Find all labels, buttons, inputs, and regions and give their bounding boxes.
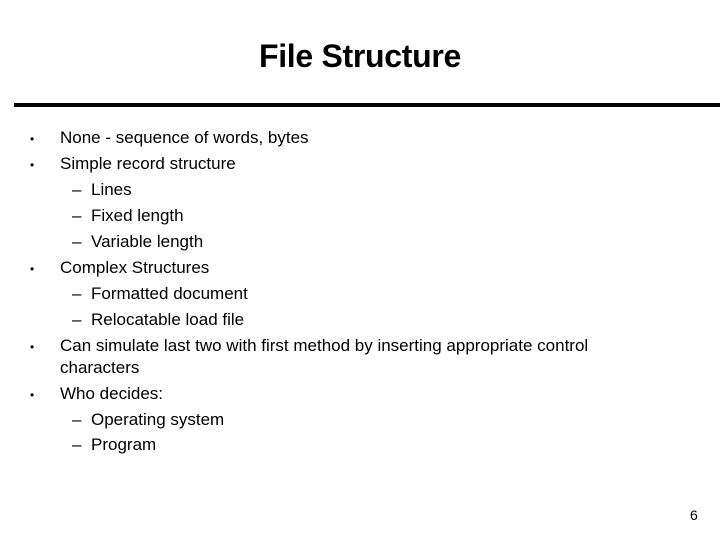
bullet-icon: • <box>30 158 35 172</box>
sub-item: Operating system <box>91 410 225 429</box>
bullet-item: None - sequence of words, bytes <box>60 128 309 147</box>
bullet-item: Complex Structures <box>60 258 210 277</box>
bullet-item: Simple record structure <box>60 154 236 173</box>
bullet-icon: • <box>30 262 35 276</box>
bullet-item: Who decides: <box>60 384 163 403</box>
dash-icon: – <box>72 284 82 303</box>
sub-item: Program <box>91 435 157 454</box>
sub-item: Fixed length <box>91 206 184 225</box>
dash-icon: – <box>72 206 82 225</box>
dash-icon: – <box>72 410 82 429</box>
bullet-icon: • <box>30 388 35 402</box>
title-divider <box>14 103 720 107</box>
bullet-item-continuation: characters <box>60 358 140 377</box>
slide-title: File Structure <box>258 38 462 74</box>
dash-icon: – <box>72 310 82 329</box>
sub-item: Relocatable load file <box>91 310 245 329</box>
sub-item: Lines <box>91 180 132 199</box>
bullet-icon: • <box>30 132 35 146</box>
page-number: 6 <box>690 507 698 523</box>
dash-icon: – <box>72 435 82 454</box>
sub-item: Formatted document <box>91 284 248 303</box>
bullet-item: Can simulate last two with first method … <box>60 336 589 355</box>
bullet-icon: • <box>30 340 35 354</box>
dash-icon: – <box>72 180 82 199</box>
sub-item: Variable length <box>91 232 204 251</box>
dash-icon: – <box>72 232 82 251</box>
